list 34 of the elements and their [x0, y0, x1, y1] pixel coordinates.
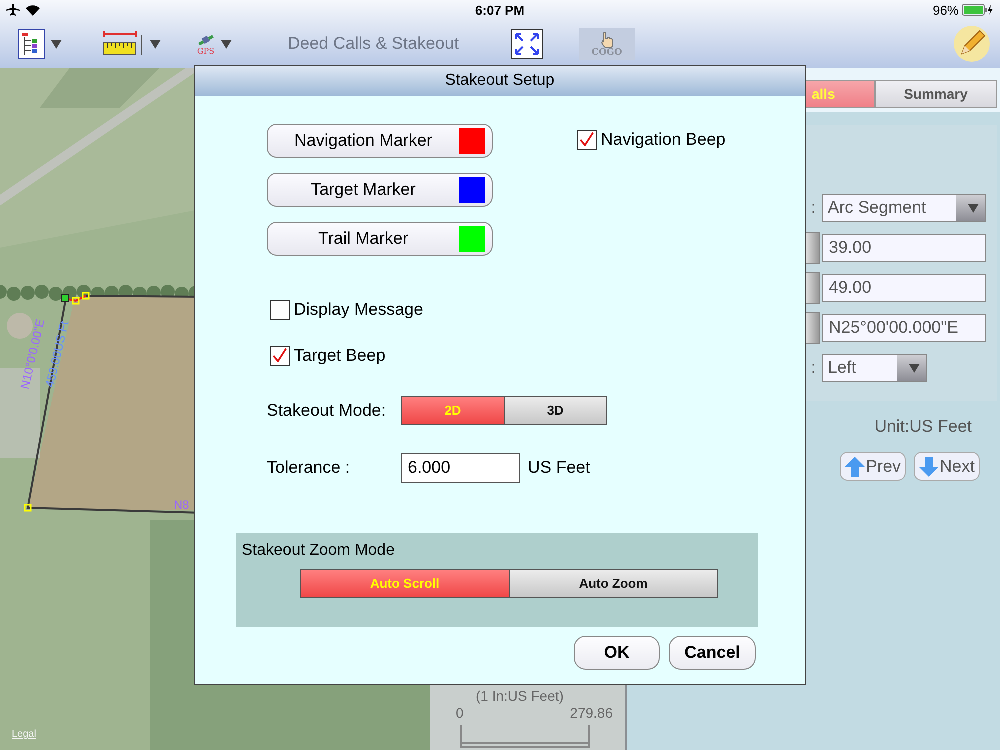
toolbar-title: Deed Calls & Stakeout [288, 34, 460, 54]
marker-button[interactable]: Navigation Marker [267, 124, 493, 158]
checkbox-option[interactable]: Target Beep [270, 346, 386, 366]
segment-button[interactable]: Auto Zoom [509, 570, 717, 597]
ok-button[interactable]: OK [574, 636, 660, 670]
unit-label: US Feet [528, 458, 590, 478]
checkbox-option[interactable]: Navigation Beep [577, 130, 726, 150]
tolerance-label: Tolerance : [267, 458, 352, 478]
scale-caption: (1 In:US Feet) [476, 688, 564, 704]
battery-percent: 96% [932, 2, 959, 18]
direction-dropdown[interactable]: Left [822, 354, 927, 382]
dialog-title: Stakeout Setup [195, 66, 805, 96]
prev-button[interactable]: Prev [840, 452, 906, 481]
scale-start: 0 [456, 705, 464, 721]
tolerance-field[interactable]: 6.000 [401, 453, 520, 483]
type-dropdown[interactable]: Arc Segment [822, 194, 986, 222]
section-title: Stakeout Zoom Mode [242, 542, 396, 560]
bearing-label: N8 [174, 498, 190, 512]
cancel-button[interactable]: Cancel [669, 636, 756, 670]
input-field[interactable]: 49.00 [822, 274, 986, 302]
next-button[interactable]: Next [914, 452, 980, 481]
field-label: : [810, 358, 817, 378]
marker-button[interactable]: Trail Marker [267, 222, 493, 256]
checkbox-option[interactable]: Display Message [270, 300, 424, 320]
scale-end: 279.86 [570, 705, 613, 721]
input-field[interactable]: N25°00'00.000"E [822, 314, 986, 342]
segment-button[interactable]: 3D [504, 397, 606, 424]
unit-label: Unit:US Feet [874, 416, 973, 437]
mode-label: Stakeout Mode: [267, 400, 388, 420]
input-field[interactable]: 39.00 [822, 234, 986, 262]
marker-button[interactable]: Target Marker [267, 173, 493, 207]
status-time: 6:07 PM [475, 2, 525, 18]
tab[interactable]: Summary [875, 80, 997, 108]
field-label: : [810, 198, 817, 218]
